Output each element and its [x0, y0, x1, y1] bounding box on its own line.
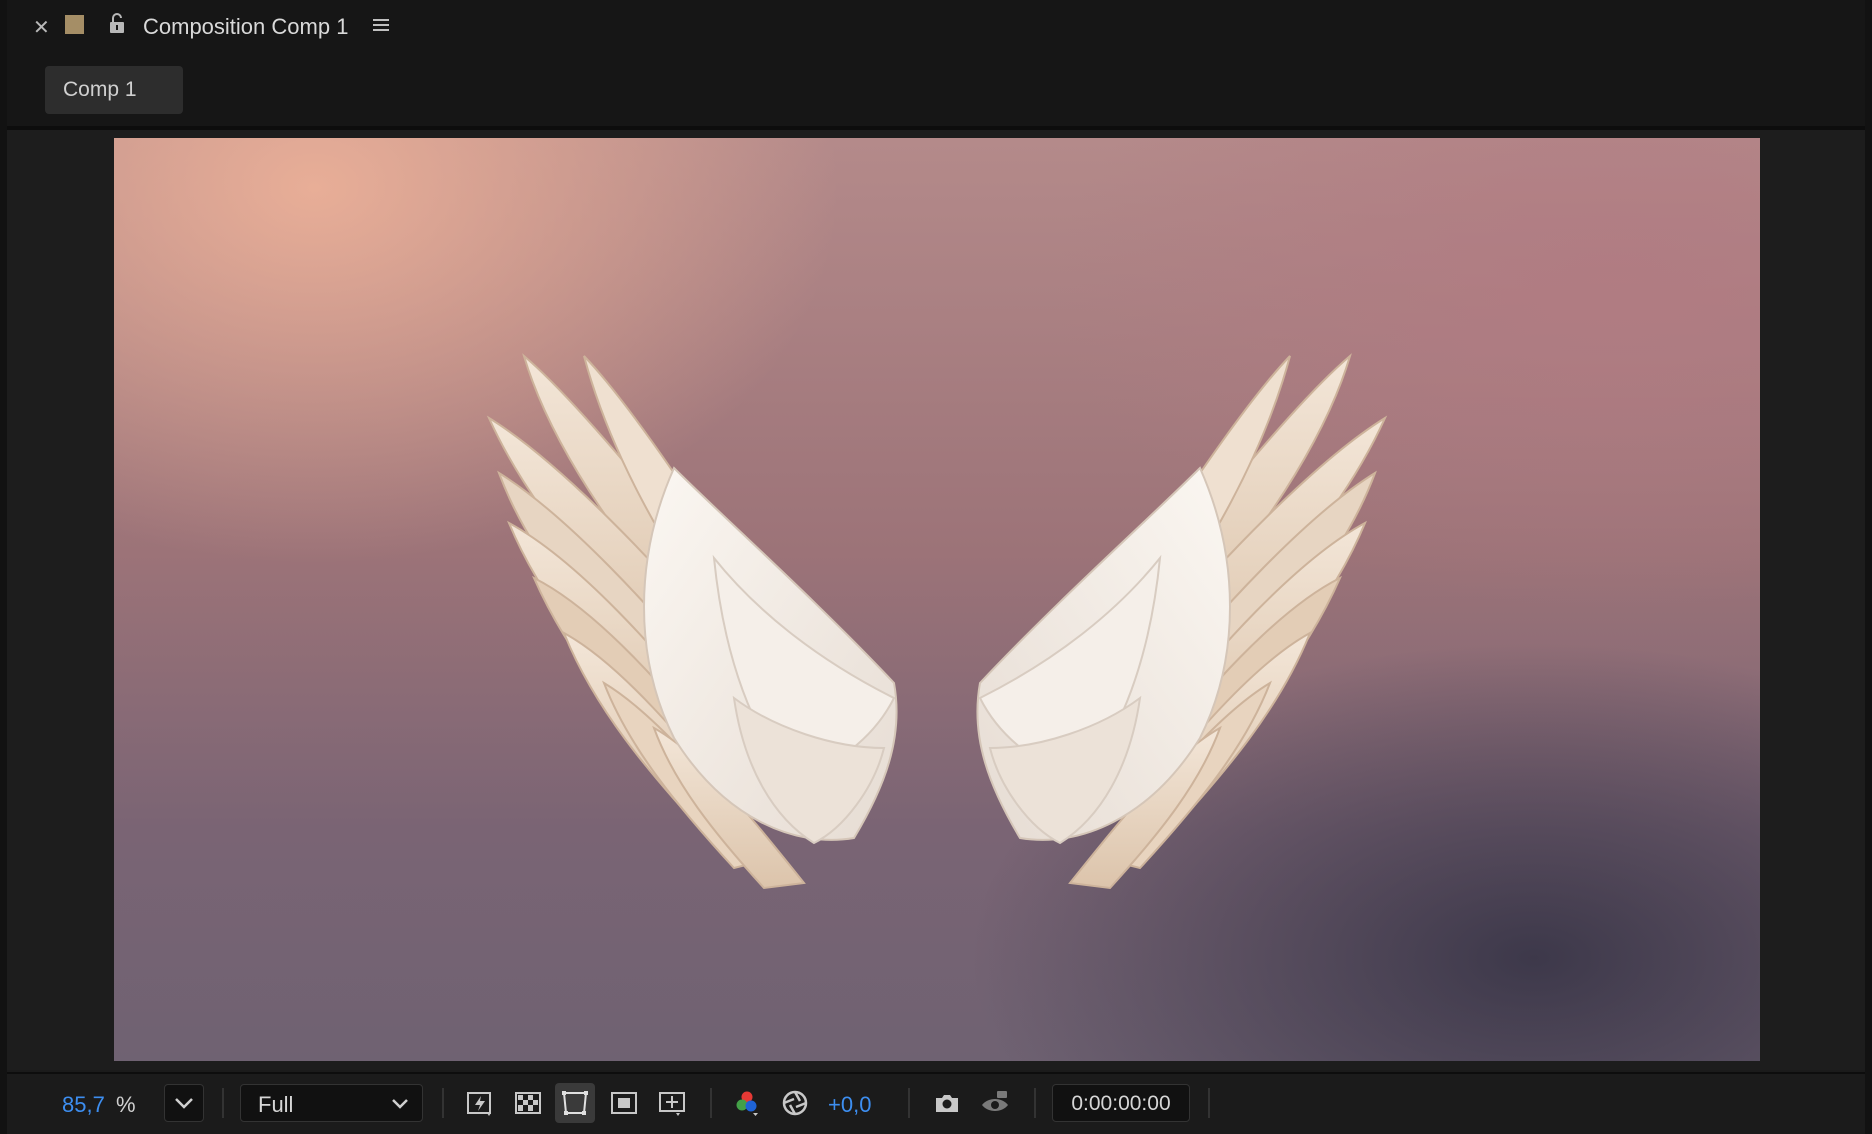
panel-header: ✕ Composition Comp 1: [7, 0, 1865, 54]
resolution-label: Full: [258, 1092, 294, 1117]
close-icon[interactable]: ✕: [33, 15, 50, 40]
snapshot-icon[interactable]: [932, 1088, 962, 1118]
toolbar-divider: [1208, 1088, 1210, 1118]
magnification-unit: %: [116, 1092, 136, 1117]
left-wing: [486, 353, 898, 890]
channel-icon[interactable]: [732, 1088, 762, 1118]
magnification-value[interactable]: 85,7: [62, 1092, 105, 1118]
label-swatch[interactable]: [65, 15, 84, 34]
region-of-interest-icon[interactable]: [609, 1088, 639, 1118]
toolbar-divider: [908, 1088, 910, 1118]
toolbar-divider: [442, 1088, 444, 1118]
tab-label: Comp 1: [63, 78, 137, 101]
guides-icon[interactable]: [657, 1088, 687, 1118]
magnification-dropdown[interactable]: [164, 1084, 204, 1122]
tab-comp-1[interactable]: Comp 1: [45, 66, 183, 114]
lock-icon[interactable]: [107, 12, 127, 36]
show-snapshot-icon[interactable]: [980, 1088, 1010, 1118]
fast-previews-icon[interactable]: [465, 1088, 495, 1118]
chevron-down-icon: [175, 1098, 193, 1109]
right-wing: [976, 355, 1386, 889]
mask-path-visibility-button[interactable]: [555, 1083, 595, 1123]
exposure-reset-icon[interactable]: [780, 1088, 810, 1118]
timecode-label: 0:00:00:00: [1071, 1092, 1171, 1115]
toolbar-divider: [222, 1088, 224, 1118]
viewer-tab-bar: Comp 1: [7, 54, 1865, 130]
chevron-down-icon: [392, 1099, 408, 1109]
composition-canvas[interactable]: [114, 138, 1760, 1061]
toolbar-divider: [1034, 1088, 1036, 1118]
exposure-value[interactable]: +0,0: [828, 1092, 871, 1118]
panel-title: Composition Comp 1: [143, 14, 349, 39]
mask-path-visibility-icon: [562, 1091, 588, 1115]
toolbar-divider: [710, 1088, 712, 1118]
transparency-grid-icon[interactable]: [513, 1088, 543, 1118]
panel-menu-icon[interactable]: [371, 16, 391, 34]
angel-wings-artwork: [486, 353, 1386, 890]
